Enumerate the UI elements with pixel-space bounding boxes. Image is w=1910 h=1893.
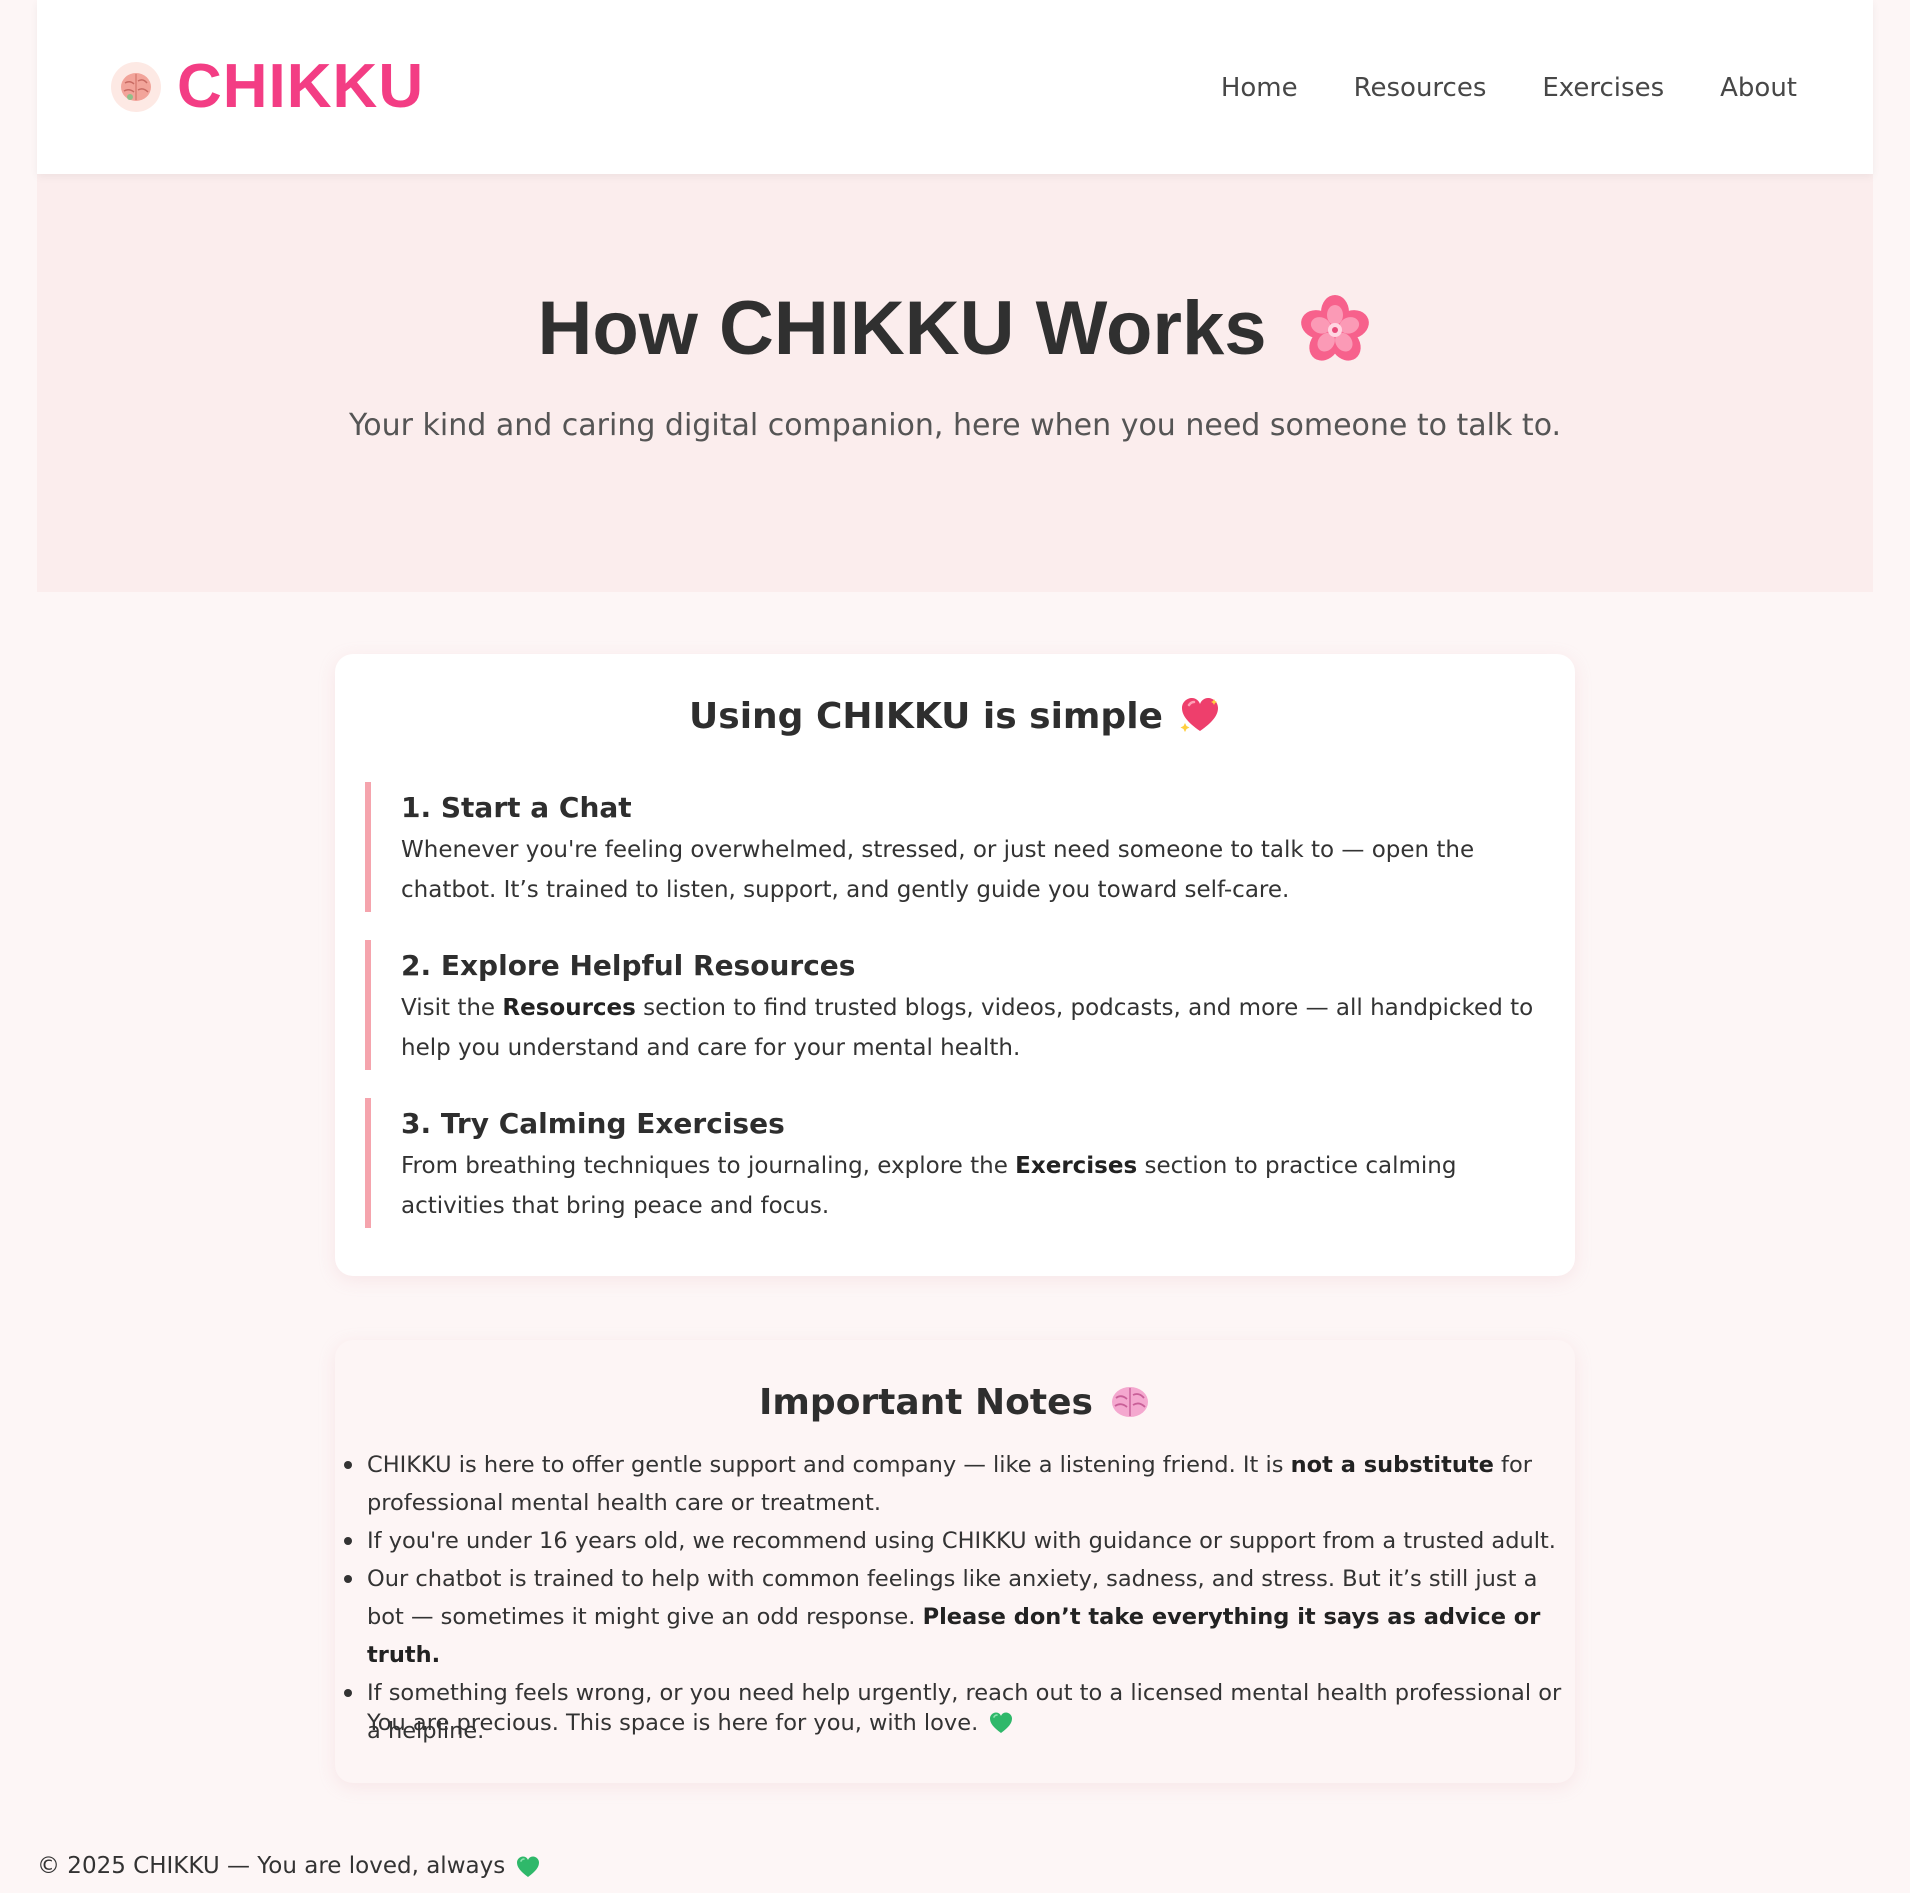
step-explore-resources: 2. Explore Helpful Resources Visit the R… bbox=[365, 940, 1543, 1070]
steps-card: Using CHIKKU is simple 1. Start a Chat W… bbox=[335, 654, 1575, 1276]
notes-card: Important Notes CHIKKU is here to offer … bbox=[335, 1340, 1575, 1783]
closing-text: You are precious. This space is here for… bbox=[367, 1710, 979, 1736]
site-footer: © 2025 CHIKKU — You are loved, always bbox=[37, 1846, 541, 1886]
step-text: Visit the Resources section to find trus… bbox=[401, 995, 1534, 1061]
logo-text: CHIKKU bbox=[177, 52, 425, 121]
main-nav: Home Resources Exercises About bbox=[1221, 68, 1797, 108]
nav-exercises[interactable]: Exercises bbox=[1542, 68, 1664, 108]
step-calming-exercises: 3. Try Calming Exercises From breathing … bbox=[365, 1098, 1543, 1228]
footer-text: © 2025 CHIKKU — You are loved, always bbox=[37, 1853, 506, 1879]
green-heart-icon bbox=[988, 1710, 1014, 1736]
logo[interactable]: CHIKKU bbox=[111, 56, 424, 118]
steps-title: Using CHIKKU is simple bbox=[689, 695, 1163, 737]
brain-icon bbox=[1109, 1381, 1151, 1423]
step-heading: 1. Start a Chat bbox=[401, 791, 632, 824]
notes-title-row: Important Notes bbox=[335, 1372, 1575, 1432]
brain-icon bbox=[111, 62, 161, 112]
step-text: Whenever you're feeling overwhelmed, str… bbox=[401, 837, 1475, 903]
step-start-chat: 1. Start a Chat Whenever you're feeling … bbox=[365, 782, 1543, 912]
list-item: If you're under 16 years old, we recomme… bbox=[344, 1522, 1571, 1560]
nav-resources[interactable]: Resources bbox=[1354, 68, 1487, 108]
step-heading: 3. Try Calming Exercises bbox=[401, 1107, 785, 1140]
steps-title-row: Using CHIKKU is simple bbox=[335, 686, 1575, 746]
hero-title-row: How CHIKKU Works bbox=[37, 284, 1873, 374]
page: CHIKKU Home Resources Exercises About Ho… bbox=[37, 0, 1873, 1885]
nav-home[interactable]: Home bbox=[1221, 68, 1298, 108]
notes-title: Important Notes bbox=[759, 1381, 1093, 1423]
green-heart-icon bbox=[515, 1853, 541, 1879]
sparkling-heart-icon bbox=[1179, 695, 1221, 737]
cherry-blossom-icon bbox=[1297, 291, 1373, 367]
step-heading: 2. Explore Helpful Resources bbox=[401, 949, 856, 982]
closing-message: You are precious. This space is here for… bbox=[367, 1704, 1014, 1742]
hero-section: How CHIKKU Works Your kind and caring di… bbox=[37, 174, 1873, 592]
exercises-emphasis: Exercises bbox=[1015, 1153, 1138, 1179]
page-title: How CHIKKU Works bbox=[537, 286, 1267, 371]
resources-emphasis: Resources bbox=[502, 995, 636, 1021]
step-text: From breathing techniques to journaling,… bbox=[401, 1153, 1457, 1219]
site-header: CHIKKU Home Resources Exercises About bbox=[37, 0, 1873, 174]
list-item: CHIKKU is here to offer gentle support a… bbox=[344, 1446, 1571, 1522]
hero-subtitle: Your kind and caring digital companion, … bbox=[348, 408, 1562, 443]
list-item: Our chatbot is trained to help with comm… bbox=[344, 1560, 1571, 1674]
nav-about[interactable]: About bbox=[1720, 68, 1797, 108]
